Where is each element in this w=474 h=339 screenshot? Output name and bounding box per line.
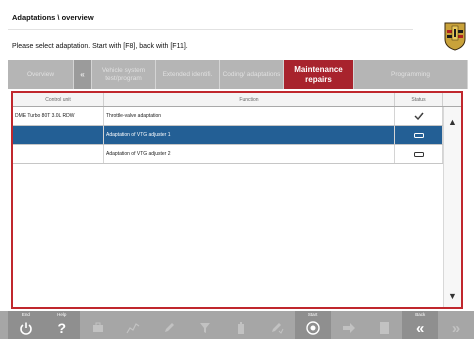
arrow-right-button[interactable] [331, 311, 367, 339]
table-header: Control unit Function Status [13, 93, 461, 107]
start-button[interactable]: Start [294, 311, 331, 339]
table-row-selected[interactable]: Adaptation of VTG adjuster 1 [13, 126, 443, 145]
status-cell [395, 107, 443, 125]
porsche-crest-icon [444, 22, 466, 51]
tab-bar: Overview « Vehicle system test/program E… [8, 60, 468, 89]
start-icon [303, 320, 323, 336]
start-label: Start [307, 312, 318, 317]
power-icon [16, 320, 36, 336]
tab-overview[interactable]: Overview [8, 60, 74, 89]
arrow-right-icon [339, 320, 359, 336]
tab-coding-adaptations[interactable]: Coding/ adaptations [220, 60, 284, 89]
tab-vehicle-system-test[interactable]: Vehicle system test/program [92, 60, 156, 89]
checkmark-icon [414, 112, 424, 120]
column-header-function: Function [104, 93, 395, 106]
header-divider [8, 29, 413, 30]
function-cell: Throttle-valve adaptation [104, 107, 395, 125]
back-icon: « [416, 319, 425, 337]
status-cell [395, 126, 443, 144]
document-icon [374, 320, 394, 336]
battery-button[interactable] [223, 311, 259, 339]
scroll-down-icon[interactable]: ▼ [448, 291, 457, 301]
edit-icon [159, 320, 179, 336]
help-label: Help [57, 312, 67, 317]
column-header-control-unit: Control unit [13, 93, 104, 106]
document-button[interactable] [366, 311, 402, 339]
edit-button[interactable] [151, 311, 187, 339]
tool-icon [88, 320, 108, 336]
forward-button[interactable]: » [438, 311, 474, 339]
end-button[interactable]: End [8, 311, 44, 339]
table-row[interactable]: Adaptation of VTG adjuster 2 [13, 145, 443, 164]
forward-icon: » [451, 319, 461, 337]
edit-check-button[interactable] [259, 311, 295, 339]
status-cell [395, 145, 443, 163]
battery-icon [231, 320, 251, 336]
filter-button[interactable] [187, 311, 223, 339]
filter-icon [195, 320, 215, 336]
table-body: DME Turbo 80T 3.0L RDW Throttle-valve ad… [13, 107, 443, 164]
tab-maintenance-repairs[interactable]: Maintenance repairs [284, 60, 354, 89]
chart-icon [123, 320, 143, 336]
dash-icon [413, 151, 424, 157]
control-unit-cell [13, 126, 104, 144]
tool-button[interactable] [80, 311, 116, 339]
adaptation-table-panel: Control unit Function Status DME Turbo 8… [11, 91, 463, 309]
back-button[interactable]: Back « [402, 311, 439, 339]
edit-check-icon [267, 320, 287, 336]
control-unit-cell: DME Turbo 80T 3.0L RDW [13, 107, 104, 125]
function-cell: Adaptation of VTG adjuster 2 [104, 145, 395, 163]
tab-programming[interactable]: Programming [354, 60, 468, 89]
tab-back-arrow[interactable]: « [74, 60, 92, 89]
table-row[interactable]: DME Turbo 80T 3.0L RDW Throttle-valve ad… [13, 107, 443, 126]
function-cell: Adaptation of VTG adjuster 1 [104, 126, 395, 144]
function-key-bar: End Help ? Start Back « » [0, 311, 474, 339]
control-unit-cell [13, 145, 104, 163]
scrollbar[interactable]: ▲ ▼ [443, 107, 461, 307]
end-label: End [21, 312, 30, 317]
instruction-text: Please select adaptation. Start with [F8… [12, 43, 188, 50]
column-header-status: Status [395, 93, 443, 106]
back-label: Back [415, 312, 426, 317]
help-icon: ? [57, 320, 67, 336]
chart-button[interactable] [116, 311, 152, 339]
tab-extended-identification[interactable]: Extended identifi. [156, 60, 220, 89]
help-button[interactable]: Help ? [43, 311, 80, 339]
page-title: Adaptations \ overview [12, 13, 94, 22]
dash-icon [413, 132, 424, 138]
scroll-up-icon[interactable]: ▲ [448, 117, 457, 127]
